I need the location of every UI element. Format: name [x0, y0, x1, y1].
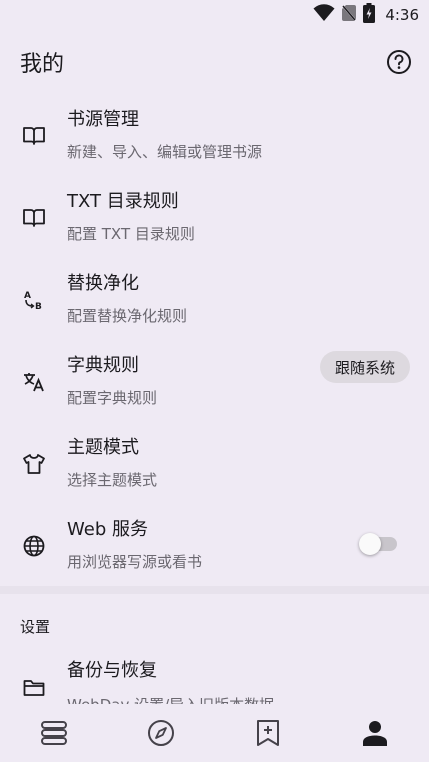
menu-item-book-source[interactable]: 书源管理 新建、导入、编辑或管理书源 — [0, 96, 429, 178]
settings-section-label: 设置 — [20, 618, 51, 636]
svg-text:A: A — [24, 291, 31, 301]
menu-item-title: TXT 目录规则 — [67, 191, 179, 212]
menu-item-subtitle: 配置替换净化规则 — [67, 307, 188, 325]
book-open-icon — [22, 124, 46, 148]
no-sim-icon — [341, 4, 358, 26]
toggle-thumb — [359, 533, 381, 555]
person-icon — [363, 721, 388, 746]
globe-icon — [22, 534, 46, 558]
folder-icon — [22, 676, 46, 700]
bookmark-add-icon — [257, 720, 280, 746]
battery-charging-icon — [363, 3, 376, 27]
web-service-toggle[interactable] — [359, 533, 397, 555]
menu-item-title: 备份与恢复 — [67, 660, 157, 681]
help-circle-icon — [387, 50, 411, 74]
nav-discover[interactable] — [131, 713, 191, 753]
theme-mode-value-chip[interactable]: 跟随系统 — [319, 351, 410, 383]
shirt-icon — [22, 452, 46, 476]
menu-item-subtitle: WebDav 设置/导入旧版本数据 — [67, 694, 274, 704]
menu-item-backup-restore[interactable]: 备份与恢复 WebDav 设置/导入旧版本数据 — [0, 648, 429, 704]
svg-text:B: B — [35, 302, 42, 312]
menu-item-theme-mode[interactable]: 主题模式 选择主题模式 — [0, 424, 429, 506]
status-time: 4:36 — [385, 6, 419, 24]
menu-item-subtitle: 配置 TXT 目录规则 — [67, 225, 195, 243]
menu-item-title: 书源管理 — [67, 109, 139, 130]
menu-item-title: 主题模式 — [67, 437, 139, 458]
menu-item-subtitle: 用浏览器写源或看书 — [67, 553, 203, 571]
book-open-icon — [22, 206, 46, 230]
menu-item-title: 替换净化 — [67, 273, 139, 294]
menu-item-subtitle: 选择主题模式 — [67, 471, 158, 489]
menu-item-title: Web 服务 — [67, 519, 148, 540]
wifi-icon — [313, 4, 335, 26]
nav-bookshelf[interactable] — [24, 713, 84, 753]
bookshelf-icon — [40, 721, 67, 745]
section-divider — [0, 586, 429, 594]
replace-ab-icon: A B — [22, 288, 46, 312]
compass-icon — [147, 720, 174, 746]
translate-icon — [22, 370, 46, 394]
app-bar: 我的 — [0, 36, 429, 88]
nav-rss[interactable] — [238, 713, 298, 753]
bottom-navigation — [0, 704, 429, 762]
menu-item-replace-rules[interactable]: A B 替换净化 配置替换净化规则 — [0, 260, 429, 342]
nav-my[interactable] — [345, 713, 405, 753]
menu-item-txt-toc-rules[interactable]: TXT 目录规则 配置 TXT 目录规则 — [0, 178, 429, 260]
menu-item-subtitle: 配置字典规则 — [67, 389, 158, 407]
menu-item-subtitle: 新建、导入、编辑或管理书源 — [67, 143, 263, 161]
profile-menu-list: 书源管理 新建、导入、编辑或管理书源 TXT 目录规则 配置 TXT 目录规则 … — [0, 96, 429, 588]
menu-item-title: 字典规则 — [67, 355, 139, 376]
page-title: 我的 — [20, 52, 65, 77]
help-button[interactable] — [385, 48, 413, 76]
status-bar: 4:36 — [0, 0, 429, 30]
